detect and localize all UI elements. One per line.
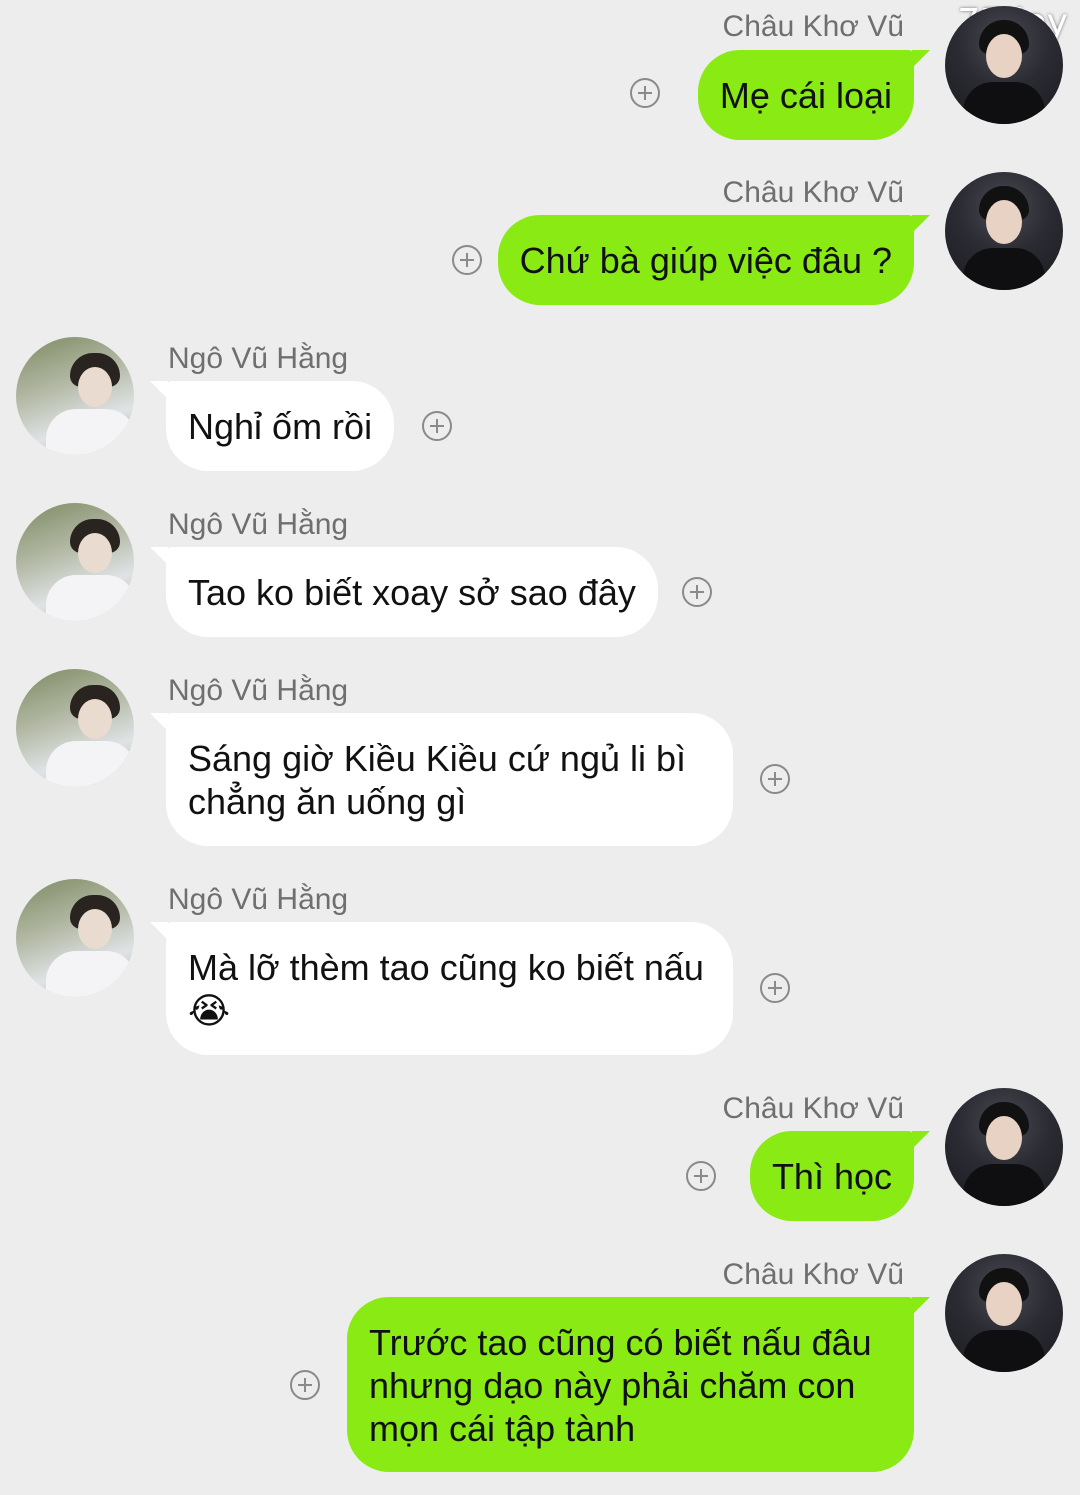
avatar-ngo-vu-hang[interactable] bbox=[16, 879, 134, 997]
sender-name: Ngô Vũ Hằng bbox=[168, 508, 349, 541]
message-line: Chứ bà giúp việc đâu ? bbox=[519, 240, 892, 281]
sender-name: Ngô Vũ Hằng bbox=[168, 883, 349, 916]
sender-name: Ngô Vũ Hằng bbox=[168, 342, 349, 375]
message-bubble-sent[interactable]: Mẹ cái loại bbox=[697, 50, 931, 140]
sender-name: Châu Khơ Vũ bbox=[722, 10, 904, 43]
add-reaction-icon[interactable] bbox=[682, 577, 712, 607]
add-reaction-icon[interactable] bbox=[686, 1161, 716, 1191]
avatar-ngo-vu-hang[interactable] bbox=[16, 669, 134, 787]
message-line: mọn cái tập tành bbox=[369, 1408, 636, 1449]
message-bubble-received[interactable]: Nghỉ ốm rồi bbox=[149, 381, 395, 471]
avatar-chau-kho-vu[interactable] bbox=[945, 6, 1063, 124]
sender-name: Châu Khơ Vũ bbox=[722, 1092, 904, 1125]
message-line: Mẹ cái loại bbox=[719, 75, 892, 116]
message-line: chẳng ăn uống gì bbox=[188, 781, 467, 822]
message-line: Trước tao cũng có biết nấu đâu bbox=[369, 1322, 872, 1363]
message-line: Mà lỡ thèm tao cũng ko biết nấu bbox=[188, 947, 704, 988]
avatar-chau-kho-vu[interactable] bbox=[945, 1088, 1063, 1206]
message-bubble-received[interactable]: Mà lỡ thèm tao cũng ko biết nấu 😭 bbox=[150, 922, 733, 1055]
add-reaction-icon[interactable] bbox=[760, 764, 790, 794]
avatar-chau-kho-vu[interactable] bbox=[945, 172, 1063, 290]
crying-emoji: 😭 bbox=[188, 990, 231, 1031]
sender-name: Châu Khơ Vũ bbox=[722, 176, 904, 209]
sender-name: Ngô Vũ Hằng bbox=[168, 674, 349, 707]
add-reaction-icon[interactable] bbox=[630, 78, 660, 108]
message-bubble-received[interactable]: Sáng giờ Kiều Kiều cứ ngủ li bì chẳng ăn… bbox=[150, 713, 733, 846]
message-line: Thì học bbox=[771, 1156, 892, 1197]
message-bubble-received[interactable]: Tao ko biết xoay sở sao đây bbox=[150, 547, 658, 637]
message-line: Nghỉ ốm rồi bbox=[188, 406, 373, 447]
message-bubble-sent[interactable]: Trước tao cũng có biết nấu đâu nhưng dạo… bbox=[347, 1297, 930, 1472]
message-line: Tao ko biết xoay sở sao đây bbox=[188, 572, 636, 613]
message-bubble-sent[interactable]: Chứ bà giúp việc đâu ? bbox=[497, 215, 931, 305]
add-reaction-icon[interactable] bbox=[290, 1370, 320, 1400]
avatar-ngo-vu-hang[interactable] bbox=[16, 503, 134, 621]
message-bubble-sent[interactable]: Thì học bbox=[749, 1131, 931, 1221]
message-line: Sáng giờ Kiều Kiều cứ ngủ li bì bbox=[188, 738, 687, 779]
add-reaction-icon[interactable] bbox=[422, 411, 452, 441]
sender-name: Châu Khơ Vũ bbox=[722, 1258, 904, 1291]
avatar-chau-kho-vu[interactable] bbox=[945, 1254, 1063, 1372]
avatar-ngo-vu-hang[interactable] bbox=[16, 337, 134, 455]
message-line: nhưng dạo này phải chăm con bbox=[369, 1365, 856, 1406]
add-reaction-icon[interactable] bbox=[452, 245, 482, 275]
add-reaction-icon[interactable] bbox=[760, 973, 790, 1003]
